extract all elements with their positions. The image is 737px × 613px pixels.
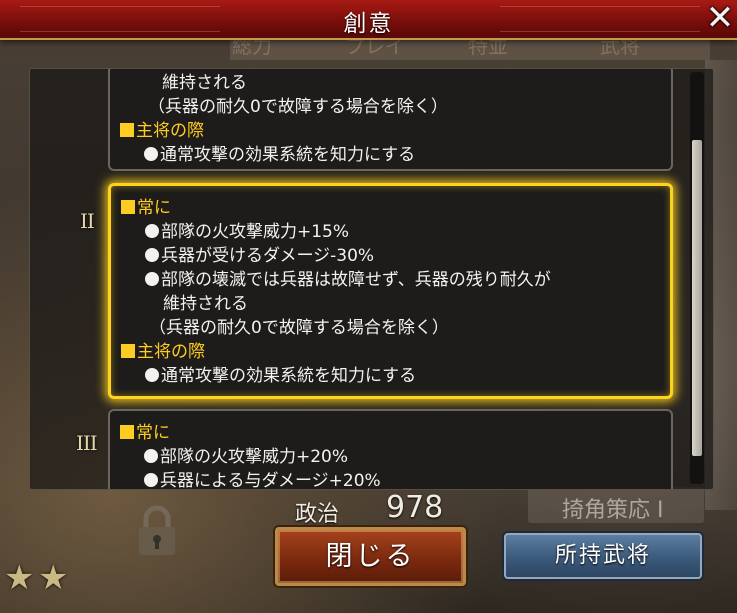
card3-line-2: 部隊の火攻撃威力+20%	[144, 445, 348, 469]
card2-line-2: 部隊の火攻撃威力+15%	[145, 220, 349, 244]
window-title: 創意	[343, 11, 394, 37]
scrollbar[interactable]	[690, 72, 704, 484]
card1-line-2: （兵器の耐久0で故障する場合を除く）	[148, 97, 448, 117]
card2-line-8: 通常攻撃の効果系統を知力にする	[145, 364, 416, 388]
skill-card-1: 維持される （兵器の耐久0で故障する場合を除く） 主将の際 通常攻撃の効果系統を…	[108, 69, 673, 171]
owned-officers-button[interactable]: 所持武将	[504, 533, 702, 579]
star-icon: ★	[4, 558, 35, 598]
title-bar: 創意	[0, 0, 737, 40]
card1-line-4: 通常攻撃の効果系統を知力にする	[144, 143, 415, 167]
tactic-name: 掎角策応 I	[562, 498, 664, 523]
bullet-icon	[144, 473, 158, 487]
star-icon: ★	[38, 558, 69, 598]
scrollbar-thumb[interactable]	[692, 140, 702, 456]
card2-line-6: （兵器の耐久0で故障する場合を除く）	[149, 318, 449, 338]
bullet-icon	[145, 368, 159, 382]
card2-line-1: 常に	[121, 196, 171, 220]
square-bullet-icon	[121, 344, 135, 358]
level-label-3: III	[76, 431, 98, 455]
politics-value: 978	[386, 490, 444, 525]
skill-list-panel[interactable]: 維持される （兵器の耐久0で故障する場合を除く） 主将の際 通常攻撃の効果系統を…	[29, 68, 714, 490]
card1-line-1: 維持される	[162, 73, 247, 93]
close-button[interactable]: 閉じる	[275, 527, 466, 586]
square-bullet-icon	[121, 200, 135, 214]
card3-line-1: 常に	[120, 421, 170, 445]
bullet-icon	[145, 248, 159, 262]
skill-card-2-selected[interactable]: 常に 部隊の火攻撃威力+15% 兵器が受けるダメージ-30% 部隊の壊滅では兵器…	[108, 183, 673, 399]
politics-label: 政治	[295, 502, 340, 527]
level-label-2: II	[80, 209, 95, 233]
bullet-icon	[144, 147, 158, 161]
card2-line-7: 主将の際	[121, 340, 205, 364]
card3-line-3: 兵器による与ダメージ+20%	[144, 469, 381, 489]
bullet-icon	[144, 449, 158, 463]
card2-line-3: 兵器が受けるダメージ-30%	[145, 244, 374, 268]
card1-line-3: 主将の際	[120, 119, 204, 143]
square-bullet-icon	[120, 425, 134, 439]
bullet-icon	[145, 272, 159, 286]
card2-line-4: 部隊の壊滅では兵器は故障せず、兵器の残り耐久が	[145, 268, 551, 292]
close-icon[interactable]: ✕	[703, 1, 737, 36]
lock-icon	[139, 505, 175, 555]
bullet-icon	[145, 224, 159, 238]
card2-line-5: 維持される	[163, 294, 248, 314]
skill-card-3[interactable]: 常に 部隊の火攻撃威力+20% 兵器による与ダメージ+20%	[108, 409, 673, 489]
square-bullet-icon	[120, 123, 134, 137]
